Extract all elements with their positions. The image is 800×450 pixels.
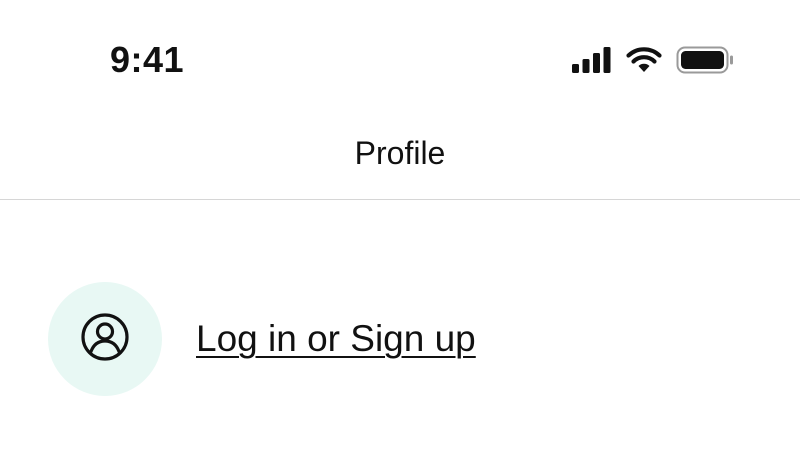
login-signup-link[interactable]: Log in or Sign up: [196, 318, 476, 360]
cellular-signal-icon: [572, 47, 612, 73]
header: Profile: [0, 110, 800, 200]
status-time: 9:41: [110, 39, 185, 80]
battery-icon: [676, 46, 734, 74]
page-title: Profile: [354, 135, 446, 171]
user-circle-icon: [80, 312, 130, 367]
status-bar: 9:41: [0, 0, 800, 110]
wifi-icon: [626, 47, 662, 73]
status-icons: [572, 44, 734, 76]
avatar[interactable]: [48, 282, 162, 396]
login-row[interactable]: Log in or Sign up: [48, 282, 476, 396]
profile-screen: 9:41 Profile Log in or Sign up: [0, 0, 800, 450]
